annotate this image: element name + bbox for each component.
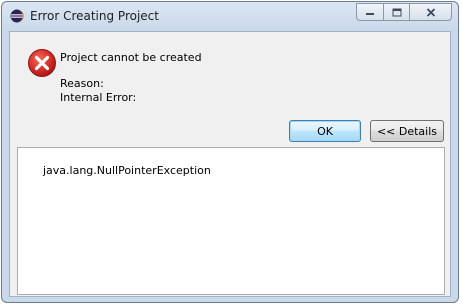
reason-label: Reason:: [60, 77, 104, 90]
caption-buttons: [356, 3, 452, 22]
error-icon: [28, 49, 56, 77]
details-text-area[interactable]: java.lang.NullPointerException: [17, 147, 445, 295]
maximize-button[interactable]: [383, 3, 409, 21]
internal-error-label: Internal Error:: [60, 91, 137, 104]
minimize-icon: [366, 13, 374, 15]
error-dialog-window: Error Creating Project Project cannot be…: [1, 1, 459, 303]
maximize-icon: [392, 8, 401, 16]
exception-text: java.lang.NullPointerException: [42, 164, 211, 177]
dialog-body: Project cannot be created Reason: Intern…: [9, 31, 451, 297]
title-bar[interactable]: Error Creating Project: [2, 2, 458, 32]
window-title: Error Creating Project: [30, 9, 159, 23]
details-toggle-button[interactable]: << Details: [370, 120, 444, 142]
close-icon: [426, 7, 435, 17]
close-button[interactable]: [409, 3, 452, 21]
error-message: Project cannot be created: [60, 51, 202, 64]
minimize-button[interactable]: [356, 3, 383, 21]
eclipse-icon: [10, 9, 24, 23]
ok-button[interactable]: OK: [289, 120, 361, 142]
